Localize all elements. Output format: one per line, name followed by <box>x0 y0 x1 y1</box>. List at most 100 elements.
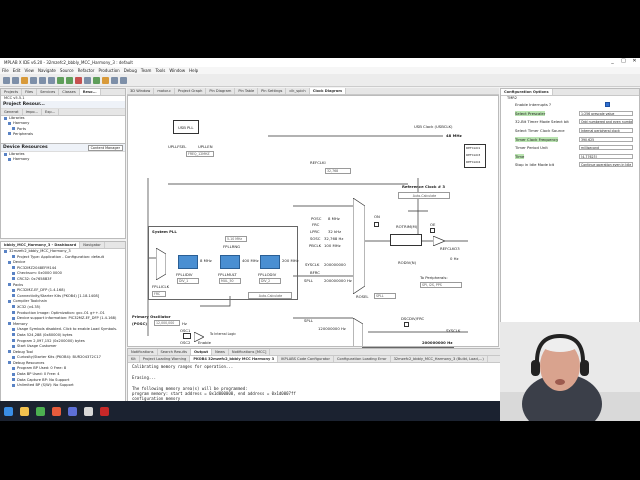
undo-icon[interactable] <box>39 76 46 84</box>
read-device-icon[interactable] <box>84 76 91 84</box>
editor-tab[interactable]: Project Graph <box>175 88 207 94</box>
config-value-field[interactable]: millisecond <box>579 145 633 151</box>
run-icon[interactable] <box>93 76 100 84</box>
menu-navigate[interactable]: Navigate <box>36 68 58 73</box>
editor-tab-clock-diagram[interactable]: Clock Diagram <box>309 88 346 94</box>
program-device-icon[interactable] <box>75 76 82 84</box>
fpllmult-select[interactable]: MUL_50 <box>219 278 241 284</box>
auto-calculate-button[interactable]: Auto-Calculate <box>398 192 450 199</box>
pll-range-select[interactable]: 5-10 MHz <box>225 236 247 242</box>
mcc-icon[interactable] <box>111 76 118 84</box>
file-explorer-icon[interactable] <box>20 406 29 416</box>
tab-files[interactable]: Files <box>22 89 38 95</box>
tab-news[interactable]: News <box>212 349 229 355</box>
menu-source[interactable]: Source <box>58 68 76 73</box>
pbclk-freq: 100 MHz <box>324 243 341 248</box>
import-button[interactable]: Impo... <box>23 109 42 116</box>
config-value-field[interactable]: Internal peripheral clock <box>579 127 633 133</box>
editor-tab[interactable]: Pin Settings <box>258 88 287 94</box>
clean-build-icon[interactable] <box>66 76 73 84</box>
menu-production[interactable]: Production <box>96 68 121 73</box>
config-value-field[interactable]: 390,625 <box>579 136 633 142</box>
tab-resources[interactable]: Reso... <box>79 89 101 95</box>
fpllidiv-label: FPLLIDIV <box>176 272 193 277</box>
editor-tab[interactable]: clk_spich <box>286 88 310 94</box>
minimize-button[interactable]: _ <box>607 58 618 64</box>
config-value-field[interactable]: [4-77623] <box>579 153 633 159</box>
enable-interrupts-checkbox[interactable] <box>605 102 610 108</box>
dashboard-icon[interactable] <box>120 76 127 84</box>
generate-button[interactable]: Generat <box>1 109 23 116</box>
menu-edit[interactable]: Edit <box>11 68 23 73</box>
on-checkbox[interactable] <box>374 222 379 227</box>
tree-item[interactable]: Peripherals <box>1 132 125 137</box>
tab-dashboard[interactable]: bbbly_MCC_Harmony_3 - Dashboard <box>1 242 81 248</box>
output-tab-pkob4[interactable]: PKOB4 32mzefc2_bbbly MCC Harmony 3 <box>190 356 279 362</box>
tab-search-results[interactable]: Search Results <box>158 349 191 355</box>
video-frame: MPLAB X IDE v6.20 - 32mzefc2_bbbly_MCC_H… <box>0 0 640 480</box>
output-tab[interactable]: Configuration Loading Error <box>334 356 391 362</box>
posc-freq-input[interactable]: 12,000,000 <box>154 320 180 326</box>
mplab-icon[interactable] <box>52 406 61 416</box>
maximize-button[interactable]: □ <box>618 58 629 64</box>
debug-icon[interactable] <box>102 76 109 84</box>
config-value-field[interactable]: Odd numbered and even numbered timers <box>579 119 633 125</box>
export-button[interactable]: Exp... <box>42 109 60 116</box>
tab-navigator[interactable]: Navigator <box>80 242 105 248</box>
redo-icon[interactable] <box>48 76 55 84</box>
config-label: Select Timer Clock Source <box>515 127 565 133</box>
freq-select[interactable]: FREQ_12MHZ <box>186 151 214 157</box>
tab-services[interactable]: Services <box>37 89 60 95</box>
dashboard-item[interactable]: Unlimited BP (S/W): No Support <box>1 383 125 389</box>
new-project-icon[interactable] <box>12 76 19 84</box>
rosel-select[interactable]: SPLL <box>374 293 396 299</box>
open-project-icon[interactable] <box>21 76 28 84</box>
refclki-freq[interactable]: 32,768 <box>325 168 351 174</box>
menu-tools[interactable]: Tools <box>153 68 167 73</box>
tab-output[interactable]: Output <box>190 349 213 355</box>
tab-configuration-options[interactable]: Configuration Options <box>501 89 553 95</box>
fpllodiv-select[interactable]: DIV_2 <box>259 278 281 284</box>
fpllicclk-select[interactable]: FRC <box>152 291 166 297</box>
config-value-field[interactable]: 1:256 prescale value <box>579 110 633 116</box>
tab-notifications[interactable]: Notifications <box>128 349 158 355</box>
fpllidiv-select[interactable]: DIV_1 <box>177 278 199 284</box>
oscdiv-checkbox[interactable] <box>404 322 409 327</box>
menu-window[interactable]: Window <box>167 68 187 73</box>
tab-notifications-mcc[interactable]: Notifications [MCC] <box>229 349 271 355</box>
menu-refactor[interactable]: Refactor <box>76 68 97 73</box>
tab-projects[interactable]: Projects <box>1 89 23 95</box>
chrome-icon[interactable] <box>36 406 45 416</box>
config-value-field[interactable]: Continue operation even in Idle mode <box>579 162 633 168</box>
content-manager-button[interactable]: Content Manager <box>87 145 123 151</box>
app-icon[interactable] <box>68 406 77 416</box>
build-icon[interactable] <box>57 76 64 84</box>
output-tab[interactable]: Kit <box>128 356 140 362</box>
editor-tab[interactable]: motor.c <box>154 88 175 94</box>
configuration-panel: Configuration Options TMR2 Enable Interr… <box>500 88 640 347</box>
save-all-icon[interactable] <box>30 76 37 84</box>
output-tab[interactable]: 32mzefc2_bbbly_MCC_Harmony_3 (Build, Loa… <box>391 356 488 362</box>
menu-help[interactable]: Help <box>187 68 200 73</box>
app-icon[interactable] <box>84 406 93 416</box>
pll-auto-calculate-button[interactable]: Auto-Calculate <box>248 292 292 299</box>
app-icon[interactable] <box>100 406 109 416</box>
close-button[interactable]: ✕ <box>629 58 640 64</box>
menu-file[interactable]: File <box>0 68 11 73</box>
tree-item[interactable]: Harmony <box>1 157 125 162</box>
editor-tab[interactable]: Pin Diagram <box>206 88 236 94</box>
menu-view[interactable]: View <box>22 68 36 73</box>
folder-icon <box>8 121 11 125</box>
new-file-icon[interactable] <box>3 76 10 84</box>
menu-debug[interactable]: Debug <box>122 68 139 73</box>
oe-checkbox[interactable] <box>430 228 435 233</box>
output-tab[interactable]: IKPLABS Code Configurator <box>278 356 334 362</box>
source-sysclk: SYSCLK <box>305 262 320 267</box>
config-row: Select Timer Clock Source Internal periph… <box>501 127 640 136</box>
start-icon[interactable] <box>4 406 13 416</box>
editor-tab[interactable]: Pin Table <box>235 88 259 94</box>
editor-tab[interactable]: 3D Window <box>127 88 155 94</box>
tab-classes[interactable]: Classes <box>59 89 80 95</box>
output-tab[interactable]: Project Loading Warning <box>140 356 191 362</box>
menu-team[interactable]: Team <box>139 68 154 73</box>
